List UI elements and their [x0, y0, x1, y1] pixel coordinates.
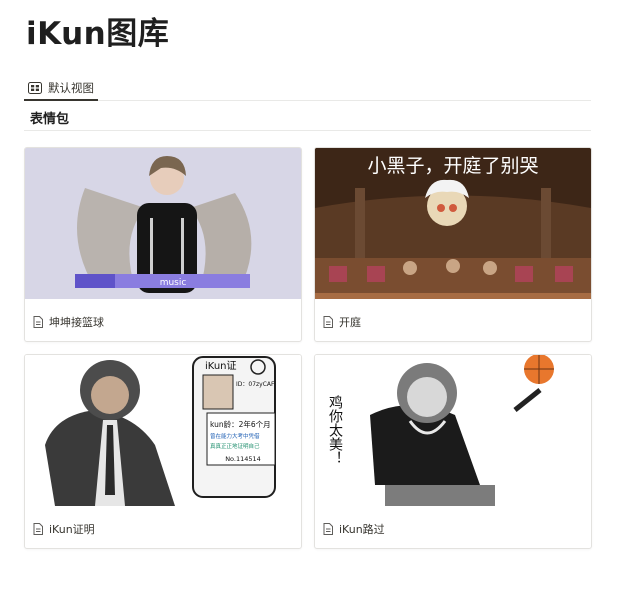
card-cover-image: music — [25, 148, 301, 299]
card-caption: 开庭 — [323, 314, 361, 330]
view-tabbar: 默认视图 — [24, 76, 591, 101]
card-cover-image: 小黑子，开庭了别哭 — [315, 148, 591, 299]
page-icon — [33, 523, 43, 535]
gallery-card[interactable]: iKun证 ID：07zyCAF kun龄：2年6个月 曾在能力大考中凭借 真真… — [24, 354, 302, 549]
cover-id: ID：07zyCAF — [236, 381, 275, 388]
card-caption: iKun路过 — [323, 521, 385, 537]
tab-default-view[interactable]: 默认视图 — [24, 76, 98, 101]
page-title: iKun图库 — [26, 16, 170, 52]
card-title: iKun路过 — [339, 523, 385, 536]
cover-card-title: iKun证 — [205, 360, 237, 372]
gallery-card[interactable]: 小黑子，开庭了别哭 开庭 — [314, 147, 592, 342]
cover-vertical-text: 鸡你太美！ — [327, 394, 343, 465]
card-title: 坤坤接篮球 — [49, 316, 104, 329]
card-cover-image: 鸡你太美！ — [315, 355, 591, 506]
cover-line1: kun龄：2年6个月 — [210, 419, 271, 429]
card-title: 开庭 — [339, 316, 361, 329]
page-icon — [323, 316, 333, 328]
gallery-card[interactable]: music 坤坤接篮球 — [24, 147, 302, 342]
group-title: 表情包 — [30, 112, 70, 127]
page-icon — [33, 316, 43, 328]
cover-caption: 小黑子，开庭了别哭 — [367, 155, 538, 177]
card-title: iKun证明 — [49, 523, 95, 536]
cover-line3: 真真正正地证明自己 — [210, 442, 260, 450]
card-cover-image: iKun证 ID：07zyCAF kun龄：2年6个月 曾在能力大考中凭借 真真… — [25, 355, 301, 506]
card-caption: 坤坤接篮球 — [33, 314, 104, 330]
group-header: 表情包 — [24, 101, 591, 131]
cover-line2: 曾在能力大考中凭借 — [210, 432, 260, 440]
cover-number: No.114514 — [225, 455, 261, 463]
page-icon — [323, 523, 333, 535]
cover-badge: music — [160, 278, 187, 288]
card-caption: iKun证明 — [33, 521, 95, 537]
gallery-grid-icon — [28, 81, 42, 94]
tab-label: 默认视图 — [48, 80, 94, 95]
gallery-card[interactable]: 鸡你太美！ iKun路过 — [314, 354, 592, 549]
